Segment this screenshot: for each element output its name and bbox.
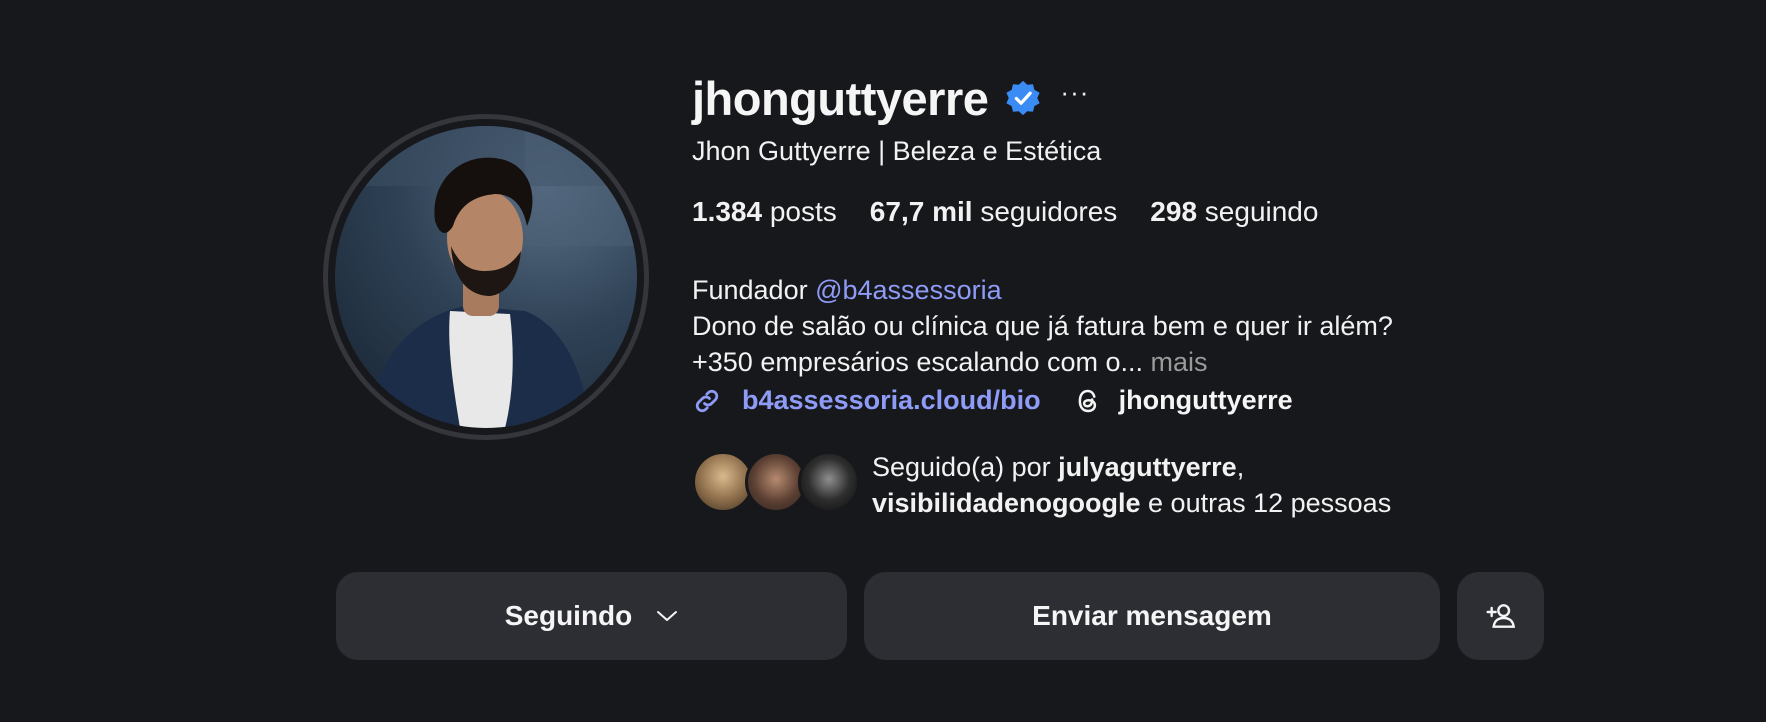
followers-count: 67,7 mil bbox=[869, 196, 973, 227]
profile-stats: 1.384 posts 67,7 mil seguidores 298 segu… bbox=[692, 196, 1351, 228]
mutual-user-2[interactable]: visibilidadenogoogle bbox=[872, 488, 1141, 518]
send-message-button[interactable]: Enviar mensagem bbox=[864, 572, 1440, 660]
followed-by-prefix: Seguido(a) por bbox=[872, 452, 1059, 482]
profile-bio: Fundador @b4assessoria Dono de salão ou … bbox=[692, 272, 1492, 380]
following-label: seguindo bbox=[1204, 196, 1319, 227]
posts-stat[interactable]: 1.384 posts bbox=[692, 196, 837, 228]
following-button[interactable]: Seguindo bbox=[336, 572, 847, 660]
username: jhonguttyerre bbox=[692, 71, 989, 125]
link-icon bbox=[692, 386, 732, 416]
followed-by-suffix: e outras 12 pessoas bbox=[1140, 488, 1392, 518]
bio-line-3: +350 empresários escalando com o... mais bbox=[692, 344, 1492, 380]
verified-badge-icon bbox=[1004, 79, 1042, 117]
threads-icon bbox=[1073, 386, 1111, 416]
followed-by-line-1: Seguido(a) por julyaguttyerre, bbox=[872, 449, 1391, 485]
website-url: b4assessoria.cloud/bio bbox=[742, 385, 1041, 415]
mutual-avatars bbox=[692, 449, 868, 515]
bio-line-2: Dono de salão ou clínica que já fatura b… bbox=[692, 311, 1393, 341]
bio-mention-link[interactable]: @b4assessoria bbox=[815, 275, 1002, 305]
full-name: Jhon Guttyerre | Beleza e Estética bbox=[692, 136, 1102, 166]
following-button-label: Seguindo bbox=[504, 600, 633, 631]
profile-page: jhonguttyerre ··· Jhon Guttyerre | Belez… bbox=[0, 0, 1766, 722]
more-options-icon[interactable]: ··· bbox=[1060, 79, 1089, 117]
followers-label: seguidores bbox=[980, 196, 1118, 227]
send-message-label: Enviar mensagem bbox=[1032, 600, 1272, 631]
bio-prefix: Fundador bbox=[692, 275, 816, 305]
website-link[interactable]: b4assessoria.cloud/bio bbox=[692, 385, 1041, 416]
profile-links: b4assessoria.cloud/bio jhonguttyerre bbox=[692, 385, 1293, 416]
following-stat[interactable]: 298 seguindo bbox=[1150, 196, 1318, 228]
followed-by[interactable]: Seguido(a) por julyaguttyerre, visibilid… bbox=[692, 449, 1391, 521]
posts-label: posts bbox=[769, 196, 837, 227]
followed-by-text: Seguido(a) por julyaguttyerre, visibilid… bbox=[872, 449, 1391, 521]
mutual-avatar bbox=[798, 451, 860, 513]
posts-count: 1.384 bbox=[692, 196, 763, 227]
followers-stat[interactable]: 67,7 mil seguidores bbox=[870, 196, 1118, 228]
bio-more-button[interactable]: mais bbox=[1151, 347, 1208, 377]
avatar-photo bbox=[335, 126, 637, 428]
threads-handle: jhonguttyerre bbox=[1118, 385, 1293, 415]
chevron-down-icon bbox=[644, 609, 678, 623]
bio-line-3-text: +350 empresários escalando com o... bbox=[692, 347, 1151, 377]
threads-link[interactable]: jhonguttyerre bbox=[1073, 385, 1293, 416]
username-row: jhonguttyerre ··· bbox=[692, 68, 1089, 128]
followed-by-line-2: visibilidadenogoogle e outras 12 pessoas bbox=[872, 485, 1391, 521]
following-count: 298 bbox=[1150, 196, 1198, 227]
profile-avatar[interactable] bbox=[323, 114, 649, 440]
add-person-icon bbox=[1485, 600, 1517, 632]
followed-by-separator: , bbox=[1236, 452, 1245, 482]
bio-line-1: Fundador @b4assessoria bbox=[692, 272, 1492, 308]
mutual-user-1[interactable]: julyaguttyerre bbox=[1058, 452, 1237, 482]
suggest-accounts-button[interactable] bbox=[1457, 572, 1544, 660]
